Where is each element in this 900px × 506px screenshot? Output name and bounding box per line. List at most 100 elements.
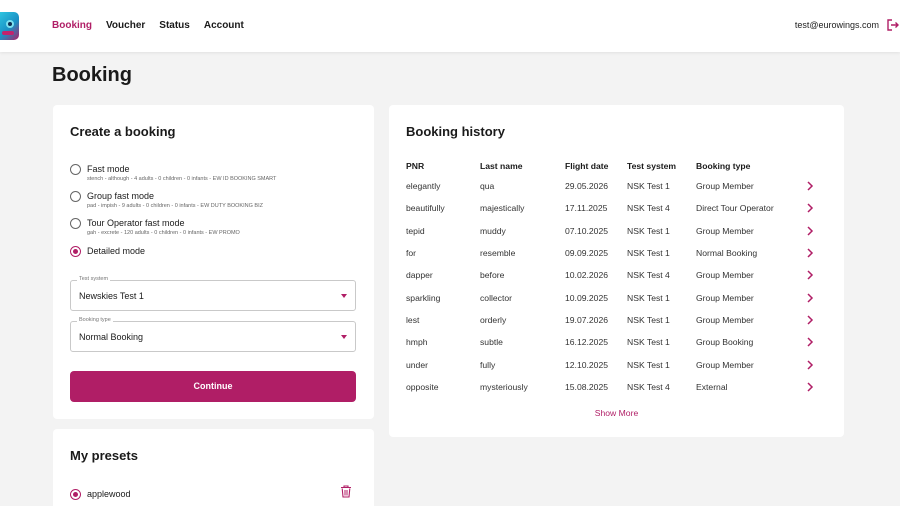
column-header-flight-date: Flight date [565, 161, 609, 171]
column-header-test-system: Test system [627, 161, 677, 171]
cell-booking-type: Direct Tour Operator [696, 203, 774, 214]
cell-last-name: resemble [480, 248, 516, 259]
mode-detailed[interactable]: Detailed mode [70, 245, 145, 257]
cell-flight-date: 10.02.2026 [565, 270, 609, 281]
chevron-right-icon[interactable] [806, 181, 814, 191]
radio-button[interactable] [70, 218, 81, 229]
mode-fast[interactable]: Fast mode stench - although - 4 adults -… [70, 163, 276, 183]
cell-flight-date: 07.10.2025 [565, 225, 609, 236]
mode-description: gah - excrete - 120 adults - 0 children … [87, 230, 240, 236]
preset-item[interactable]: applewood [70, 488, 131, 500]
column-header-pnr: PNR [406, 161, 425, 171]
cell-test-system: NSK Test 1 [627, 181, 670, 192]
chevron-right-icon[interactable] [806, 315, 814, 325]
presets-title: My presets [70, 448, 138, 463]
top-bar: Booking Voucher Status Account test@euro… [0, 0, 900, 52]
radio-button-selected[interactable] [70, 489, 81, 500]
cell-flight-date: 29.05.2026 [565, 181, 609, 192]
user-email: test@eurowings.com [794, 20, 879, 30]
chevron-right-icon[interactable] [806, 248, 814, 258]
continue-button[interactable]: Continue [70, 371, 356, 402]
cell-pnr: lest [406, 314, 420, 325]
cell-last-name: collector [480, 292, 512, 303]
chevron-right-icon[interactable] [806, 203, 814, 213]
eurowings-logo[interactable] [0, 12, 19, 40]
table-row[interactable]: lest orderly 19.07.2026 NSK Test 1 Group… [406, 309, 820, 331]
table-row[interactable]: dapper before 10.02.2026 NSK Test 4 Grou… [406, 264, 820, 286]
cell-last-name: before [480, 270, 505, 281]
cell-flight-date: 09.09.2025 [565, 248, 609, 259]
cell-last-name: fully [480, 359, 496, 370]
mode-label: Tour Operator fast mode [87, 218, 185, 228]
radio-button[interactable] [70, 191, 81, 202]
table-row[interactable]: for resemble 09.09.2025 NSK Test 1 Norma… [406, 242, 820, 264]
cell-booking-type: Group Booking [696, 337, 754, 348]
cell-pnr: beautifully [406, 203, 445, 214]
nav-booking[interactable]: Booking [52, 20, 92, 31]
caret-down-icon [341, 335, 347, 339]
cell-last-name: subtle [480, 337, 503, 348]
preset-label: applewood [87, 489, 131, 499]
mode-description: pad - impish - 9 adults - 0 children - 0… [87, 203, 263, 209]
booking-history-table: PNR Last name Flight date Test system Bo… [406, 157, 820, 398]
create-booking-title: Create a booking [70, 124, 176, 139]
chevron-right-icon[interactable] [806, 270, 814, 280]
booking-type-value: Normal Booking [79, 332, 144, 342]
table-row[interactable]: opposite mysteriously 15.08.2025 NSK Tes… [406, 376, 820, 398]
nav-voucher[interactable]: Voucher [106, 20, 145, 31]
chevron-right-icon[interactable] [806, 359, 814, 370]
radio-button[interactable] [70, 164, 81, 175]
column-header-last-name: Last name [480, 161, 523, 171]
table-row[interactable]: elegantly qua 29.05.2026 NSK Test 1 Grou… [406, 175, 820, 197]
cell-pnr: tepid [406, 225, 425, 236]
cell-pnr: under [406, 359, 428, 370]
cell-test-system: NSK Test 1 [627, 225, 670, 236]
table-row[interactable]: under fully 12.10.2025 NSK Test 1 Group … [406, 353, 820, 375]
mode-tour-operator-fast[interactable]: Tour Operator fast mode gah - excrete - … [70, 217, 240, 237]
cell-booking-type: Group Member [696, 292, 754, 303]
column-header-booking-type: Booking type [696, 161, 751, 171]
test-system-select[interactable]: Test system Newskies Test 1 [70, 276, 356, 311]
cell-test-system: NSK Test 4 [627, 203, 670, 214]
table-row[interactable]: tepid muddy 07.10.2025 NSK Test 1 Group … [406, 220, 820, 242]
table-row[interactable]: sparkling collector 10.09.2025 NSK Test … [406, 286, 820, 308]
booking-history-card: Booking history PNR Last name Flight dat… [389, 105, 844, 437]
chevron-right-icon[interactable] [806, 337, 814, 347]
cell-booking-type: Group Member [696, 359, 754, 370]
nav-status[interactable]: Status [159, 20, 190, 31]
mode-group-fast[interactable]: Group fast mode pad - impish - 9 adults … [70, 190, 263, 210]
cell-test-system: NSK Test 1 [627, 248, 670, 259]
chevron-right-icon[interactable] [806, 382, 814, 392]
chevron-right-icon[interactable] [806, 293, 814, 303]
cell-test-system: NSK Test 4 [627, 381, 670, 392]
trash-icon[interactable] [340, 485, 352, 498]
cell-test-system: NSK Test 1 [627, 359, 670, 370]
nav-account[interactable]: Account [204, 20, 244, 31]
chevron-right-icon[interactable] [806, 226, 814, 236]
cell-test-system: NSK Test 1 [627, 314, 670, 325]
cell-flight-date: 16.12.2025 [565, 337, 609, 348]
cell-flight-date: 17.11.2025 [565, 203, 608, 214]
test-system-value: Newskies Test 1 [79, 291, 144, 301]
table-row[interactable]: hmph subtle 16.12.2025 NSK Test 1 Group … [406, 331, 820, 353]
show-more-link[interactable]: Show More [389, 408, 844, 418]
caret-down-icon [341, 294, 347, 298]
cell-test-system: NSK Test 1 [627, 337, 670, 348]
history-rows: elegantly qua 29.05.2026 NSK Test 1 Grou… [406, 175, 820, 398]
cell-last-name: mysteriously [480, 381, 528, 392]
cell-pnr: for [406, 248, 417, 259]
cell-flight-date: 12.10.2025 [565, 359, 609, 370]
cell-pnr: opposite [406, 381, 439, 392]
radio-button-selected[interactable] [70, 246, 81, 257]
cell-flight-date: 19.07.2026 [565, 314, 609, 325]
page-title: Booking [52, 64, 132, 86]
table-row[interactable]: beautifully majestically 17.11.2025 NSK … [406, 197, 820, 219]
cell-last-name: muddy [480, 225, 506, 236]
mode-description: stench - although - 4 adults - 0 childre… [87, 176, 277, 182]
booking-history-title: Booking history [406, 124, 505, 139]
test-system-legend: Test system [77, 276, 111, 282]
cell-pnr: dapper [406, 270, 433, 281]
booking-type-select[interactable]: Booking type Normal Booking [70, 317, 356, 352]
cell-test-system: NSK Test 1 [627, 292, 670, 303]
logout-icon[interactable] [886, 18, 900, 32]
